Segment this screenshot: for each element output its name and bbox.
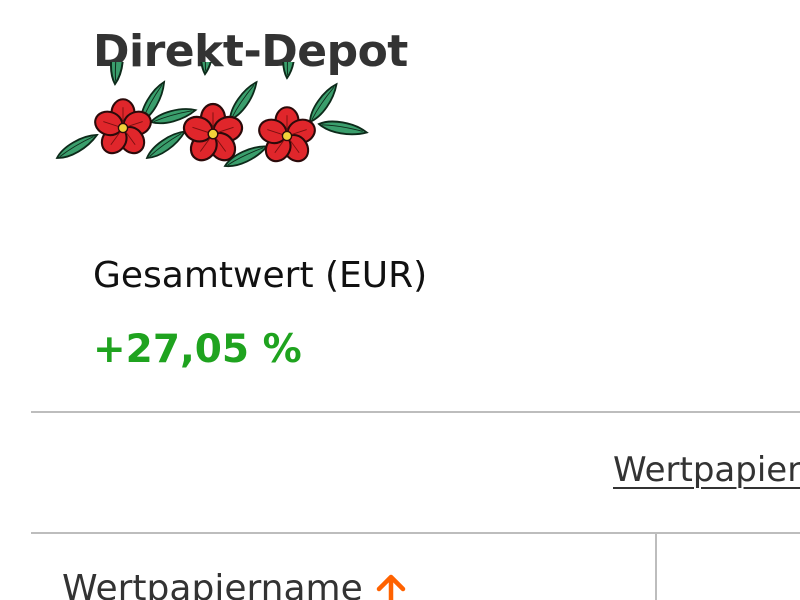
- tab-securities[interactable]: Wertpapiere: [613, 450, 800, 490]
- depot-overview: Direkt-Depot Gesamtwert (EUR) +27,05 % W…: [0, 0, 800, 600]
- arrow-up-icon: [376, 574, 405, 600]
- divider: [31, 411, 800, 413]
- column-header-security-name[interactable]: Wertpapiername: [62, 568, 409, 600]
- column-divider: [655, 534, 657, 600]
- column-header-label: Wertpapiername: [62, 568, 363, 600]
- divider: [31, 532, 800, 534]
- total-value-label: Gesamtwert (EUR): [93, 255, 428, 296]
- flower-sticker: [55, 62, 369, 171]
- total-change-percent: +27,05 %: [93, 327, 302, 372]
